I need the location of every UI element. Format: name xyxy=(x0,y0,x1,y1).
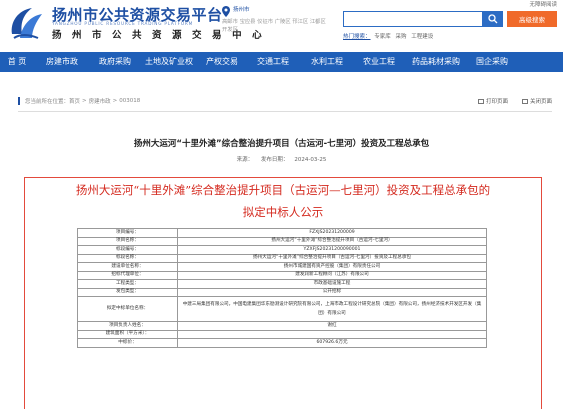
print-page-label: 打印页面 xyxy=(485,99,508,105)
field-label: 标段名称： xyxy=(77,253,178,263)
field-value: 中建三局集团有限公司，中国电建集团华东勘测设计研究院有限公司，上海市政工程设计研… xyxy=(177,296,487,322)
accessibility-link[interactable]: 无障碍阅读 xyxy=(529,0,557,8)
nav-item-water[interactable]: 水利工程 xyxy=(300,52,354,72)
field-value: 扬州大运河“十里外滩”综合整治提升项目（古运河-七里河）投资及工程总承包 xyxy=(177,253,487,263)
hot-search-item[interactable]: 采购 xyxy=(396,34,407,40)
location-pin-icon xyxy=(222,6,230,17)
city-list[interactable]: 高邮市 宝应县 仪征市 广陵区 邗江区 江都区 开发区 xyxy=(222,18,332,34)
nav-item-gov-procurement[interactable]: 政府采购 xyxy=(90,52,140,72)
field-value: 市政基础设施工程 xyxy=(177,279,487,289)
nav-item-agriculture[interactable]: 农业工程 xyxy=(354,52,404,72)
table-row: 拟定中标单位名称： 中建三局集团有限公司，中国电建集团华东勘测设计研究院有限公司，… xyxy=(77,296,487,322)
nav-item-land-mining[interactable]: 土地及矿业权 xyxy=(140,52,198,72)
field-label: 中标价： xyxy=(77,338,178,348)
breadcrumb-separator: > xyxy=(82,98,87,104)
current-city[interactable]: 扬州市 xyxy=(233,5,250,13)
article-meta: 来源： 发布日期： 2024-03-25 xyxy=(0,155,563,163)
field-value: YZXFJS20231200090001 xyxy=(177,245,487,255)
main-nav: 首 页 房建市政 政府采购 土地及矿业权 产权交易 交通工程 水利工程 农业工程… xyxy=(0,52,563,72)
source-label: 来源： xyxy=(236,157,254,163)
award-notice: 扬州大运河“十里外滩”综合整治提升项目（古运河—七里河）投资及工程总承包的 拟定… xyxy=(24,177,542,409)
print-page-button[interactable]: 打印页面 xyxy=(477,97,508,105)
nav-item-property[interactable]: 产权交易 xyxy=(198,52,246,72)
hot-search-item[interactable]: 工程建设 xyxy=(411,34,433,40)
nav-item-medicine[interactable]: 药品耗材采购 xyxy=(404,52,468,72)
search-button[interactable] xyxy=(483,11,503,27)
field-label: 发包类型： xyxy=(77,287,178,297)
hot-search-item[interactable]: 专家库 xyxy=(374,34,391,40)
platform-logo-icon[interactable] xyxy=(6,4,44,42)
field-value: FZXJS20231200009 xyxy=(177,228,487,238)
table-row: 发包类型： 公开招标 xyxy=(77,287,487,297)
table-row: 建筑面积（平方米）： xyxy=(77,329,487,339)
notice-title-line1: 扬州大运河“十里外滩”综合整治提升项目（古运河—七里河）投资及工程总承包的 xyxy=(75,183,491,197)
breadcrumb-current[interactable]: 003018 xyxy=(119,98,140,104)
field-value: 扬州市城建国有资产控股（集团）有限责任公司 xyxy=(177,262,487,272)
field-label: 建筑面积（平方米）： xyxy=(77,329,178,339)
field-label: 招标代理单位： xyxy=(77,270,178,280)
search-icon xyxy=(488,14,498,24)
close-page-button[interactable]: 关闭页面 xyxy=(521,97,552,105)
field-value xyxy=(177,329,487,339)
field-value: 公开招标 xyxy=(177,287,487,297)
divider xyxy=(18,111,552,112)
table-row: 项目名称： 扬州大运河“十里外滩”综合整治提升项目（古运河-七里河） xyxy=(77,236,487,246)
table-row: 标段名称： 扬州大运河“十里外滩”综合整治提升项目（古运河-七里河）投资及工程总承… xyxy=(77,253,487,263)
breadcrumb: 您当前所在位置： 首页 > 房建市政 > 003018 打印页面 关闭页面 xyxy=(18,93,552,109)
close-page-icon xyxy=(521,98,528,104)
close-page-label: 关闭页面 xyxy=(529,99,552,105)
nav-item-home[interactable]: 首 页 xyxy=(0,52,34,72)
site-header: 扬州市公共资源交易平台 YANGZHOU PUBLIC RESOURCE TRA… xyxy=(0,0,563,52)
platform-name-english: YANGZHOU PUBLIC RESOURCE TRADING PLATFOR… xyxy=(52,21,194,26)
breadcrumb-category[interactable]: 房建市政 xyxy=(89,97,111,105)
publish-date-label: 发布日期： xyxy=(260,157,289,163)
notice-title-line2: 拟定中标人公示 xyxy=(242,205,324,219)
field-value: 建发润新工程顾问（江苏）有限公司 xyxy=(177,270,487,280)
search-input[interactable] xyxy=(343,11,483,27)
field-value: 607926.6万元 xyxy=(177,338,487,348)
breadcrumb-home[interactable]: 首页 xyxy=(69,97,80,105)
field-label: 项目名称： xyxy=(77,236,178,246)
award-info-table: 项目编号： FZXJS20231200009 项目名称： 扬州大运河“十里外滩”综合… xyxy=(77,228,487,348)
table-row: 中标价： 607926.6万元 xyxy=(77,338,487,348)
print-icon xyxy=(477,98,484,104)
table-row: 工程类型： 市政基础设施工程 xyxy=(77,279,487,289)
table-row: 项目负责人姓名： 谢红 xyxy=(77,321,487,331)
field-label: 项目负责人姓名： xyxy=(77,321,178,331)
publish-date: 2024-03-25 xyxy=(294,157,327,163)
breadcrumb-marker xyxy=(18,97,20,105)
hot-search-label: 热门搜索： xyxy=(343,34,371,40)
page-actions: 打印页面 关闭页面 xyxy=(477,97,552,105)
article-title: 扬州大运河“十里外滩”综合整治提升项目（古运河-七里河）投资及工程总承包 xyxy=(133,139,430,149)
nav-item-transport[interactable]: 交通工程 xyxy=(246,52,300,72)
nav-item-soe-procurement[interactable]: 国企采购 xyxy=(468,52,516,72)
nav-item-construction[interactable]: 房建市政 xyxy=(34,52,90,72)
table-row: 建设单位名称： 扬州市城建国有资产控股（集团）有限责任公司 xyxy=(77,262,487,272)
breadcrumb-prefix: 您当前所在位置： xyxy=(25,99,70,105)
table-row: 标段编号： YZXFJS20231200090001 xyxy=(77,245,487,255)
table-row: 项目编号： FZXJS20231200009 xyxy=(77,228,487,238)
advanced-search-button[interactable]: 高级搜索 xyxy=(507,11,557,27)
field-label: 项目编号： xyxy=(77,228,178,238)
field-value: 扬州大运河“十里外滩”综合整治提升项目（古运河-七里河） xyxy=(177,236,487,246)
table-row: 招标代理单位： 建发润新工程顾问（江苏）有限公司 xyxy=(77,270,487,280)
notice-title: 扬州大运河“十里外滩”综合整治提升项目（古运河—七里河）投资及工程总承包的 拟定… xyxy=(25,182,541,221)
hot-search-row: 热门搜索： 专家库 采购 工程建设 xyxy=(343,32,436,40)
field-label: 工程类型： xyxy=(77,279,178,289)
field-label: 建设单位名称： xyxy=(77,262,178,272)
field-label: 拟定中标单位名称： xyxy=(77,296,178,322)
field-value: 谢红 xyxy=(177,321,487,331)
breadcrumb-separator: > xyxy=(112,98,118,104)
field-label: 标段编号： xyxy=(77,245,178,255)
